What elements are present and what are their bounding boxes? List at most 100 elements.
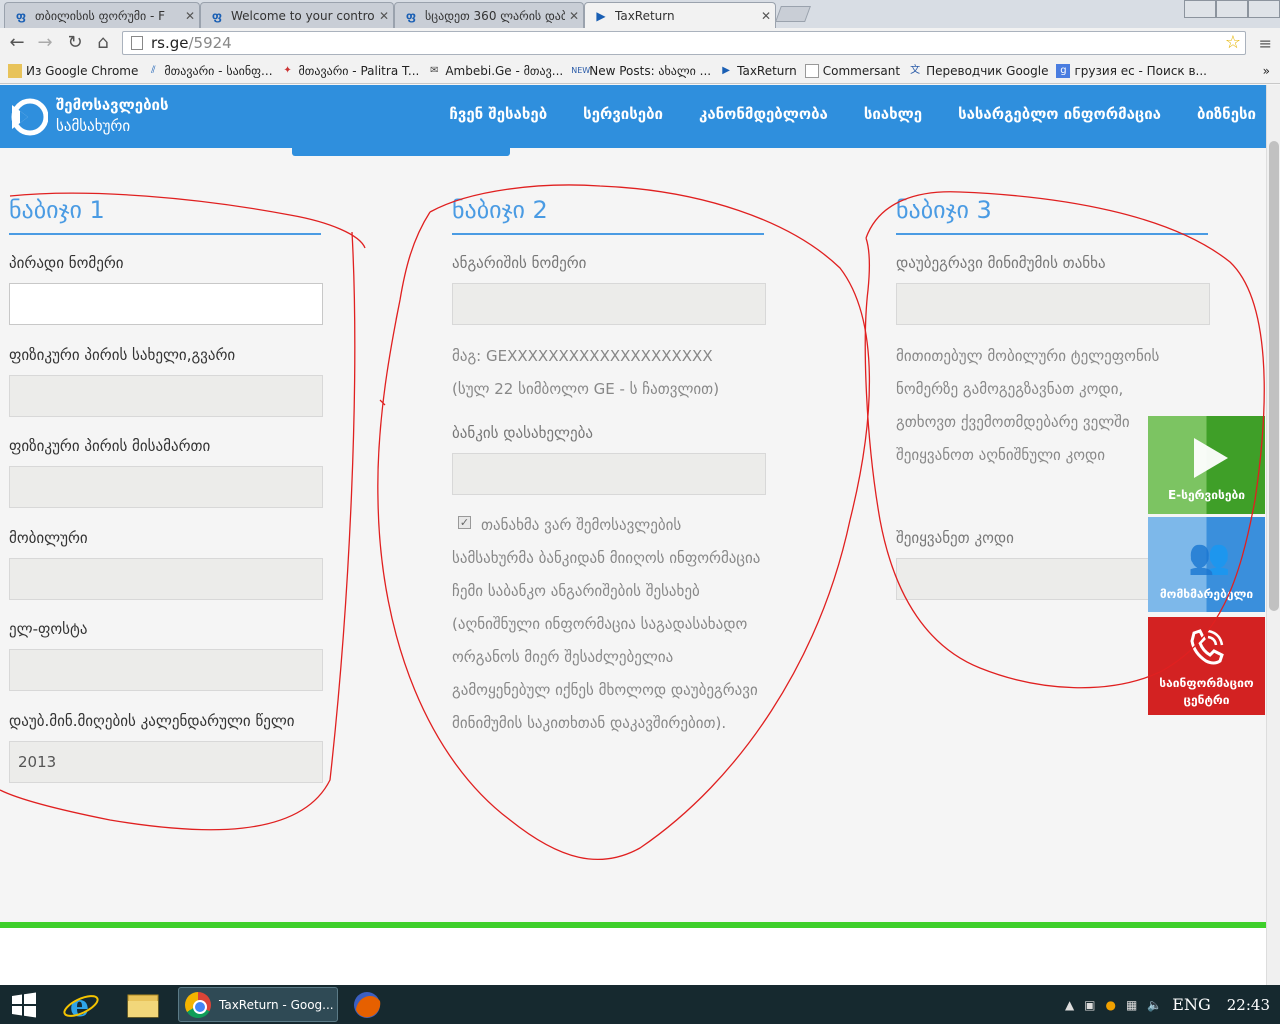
- nav-legislation[interactable]: კანონმდებლობა: [699, 105, 828, 123]
- taskbar-chrome-button[interactable]: TaxReturn - Goog...: [178, 987, 338, 1022]
- email-input[interactable]: [9, 649, 323, 691]
- email-label: ელ-ფოსტა: [9, 620, 88, 638]
- nav-business[interactable]: ბიზნესი: [1197, 105, 1256, 123]
- window-controls: [1184, 0, 1280, 18]
- consent-checkbox[interactable]: ✓: [458, 516, 471, 529]
- main-nav: ჩვენ შესახებ სერვისები კანონმდებლობა სია…: [413, 105, 1256, 123]
- internet-explorer-icon[interactable]: e: [58, 987, 104, 1022]
- folder-icon: [8, 63, 22, 78]
- tab-favicon-icon: ფ: [405, 8, 417, 23]
- logo-line1: შემოსავლების: [56, 96, 169, 114]
- maximize-button[interactable]: [1216, 0, 1248, 18]
- bookmark-label: Из Google Chrome: [26, 63, 139, 78]
- address-bar[interactable]: rs.ge/5924 ☆: [122, 31, 1246, 55]
- tab-360-lari[interactable]: ფ სცადეთ 360 ლარის დაბ ✕: [394, 2, 584, 28]
- address-label: ფიზიკური პირის მისამართი: [9, 437, 211, 455]
- bookmark-star-icon[interactable]: ☆: [1225, 32, 1241, 54]
- bookmark-item[interactable]: 文 Переводчик Google: [908, 64, 1048, 78]
- personal-id-input[interactable]: [9, 283, 323, 325]
- step-1-title: ნაბიჯი 1: [9, 190, 321, 235]
- tray-update-icon[interactable]: ●: [1106, 998, 1116, 1012]
- consent-line: თანახმა ვარ შემოსავლების: [481, 516, 682, 534]
- logo-text[interactable]: შემოსავლების სამსახური: [56, 95, 169, 137]
- firefox-icon[interactable]: [348, 987, 386, 1022]
- bookmark-label: მთავარი - საინფ...: [164, 63, 273, 78]
- info-center-line1: საინფორმაციო: [1159, 676, 1254, 690]
- tab-taxreturn[interactable]: ▶ TaxReturn ✕: [584, 2, 776, 28]
- chrome-icon: [185, 991, 211, 1018]
- network-icon[interactable]: ▦: [1126, 998, 1137, 1012]
- info-center-button[interactable]: საინფორმაციო ცენტრი: [1148, 617, 1265, 715]
- enter-code-label: შეიყვანეთ კოდი: [896, 529, 1014, 547]
- tab-close-icon[interactable]: ✕: [757, 9, 775, 23]
- e-services-button[interactable]: E-სერვისები: [1148, 416, 1265, 514]
- bookmark-item[interactable]: ▶ TaxReturn: [719, 64, 796, 78]
- bookmark-item[interactable]: ✉ Ambebi.Ge - მთავ...: [427, 64, 563, 78]
- bookmark-label: Ambebi.Ge - მთავ...: [445, 63, 564, 78]
- close-window-button[interactable]: [1248, 0, 1280, 18]
- site-icon: NEW: [571, 65, 591, 75]
- windows-start-icon[interactable]: [10, 991, 38, 1019]
- bookmark-label: მთავარი - Palitra T...: [298, 63, 420, 78]
- nav-news[interactable]: სიახლე: [864, 105, 922, 123]
- reload-icon[interactable]: ↻: [64, 32, 86, 54]
- step-3-panel: ნაბიჯი 3 დაუბეგრავი მინიმუმის თანხა მითი…: [896, 190, 1214, 600]
- bookmark-item[interactable]: g грузия ес - Поиск в...: [1056, 63, 1207, 78]
- nav-useful-info[interactable]: სასარგებლო ინფორმაცია: [958, 105, 1161, 123]
- bookmark-item[interactable]: Из Google Chrome: [8, 63, 139, 78]
- tab-close-icon[interactable]: ✕: [565, 9, 583, 23]
- bookmark-item[interactable]: ✦ მთავარი - Palitra T...: [281, 63, 420, 78]
- bookmark-label: Переводчик Google: [926, 63, 1049, 78]
- bookmark-item[interactable]: ⫽ მთავარი - საინფ...: [146, 64, 272, 78]
- file-explorer-icon[interactable]: [118, 987, 168, 1022]
- calendar-year-input[interactable]: 2013: [9, 741, 323, 783]
- consent-line: (აღნიშნული ინფორმაცია საგადასახადო: [452, 615, 748, 633]
- bookmark-item[interactable]: NEW New Posts: ახალი ...: [571, 64, 711, 78]
- chrome-menu-icon[interactable]: ≡: [1259, 34, 1272, 53]
- site-icon: ✉: [430, 64, 439, 76]
- minimize-button[interactable]: [1184, 0, 1216, 18]
- consent-line: გამოყენებულ იქნეს მხოლოდ დაუბეგრავი: [452, 681, 758, 699]
- account-example-hint: მაგ: GEXXXXXXXXXXXXXXXXXXXX: [452, 347, 713, 365]
- account-length-hint: (სულ 22 სიმბოლო GE - ს ჩათვლით): [452, 380, 720, 398]
- consent-line: მინიმუმის საკითხთან დაკავშირებით).: [452, 714, 727, 732]
- tray-app-icon[interactable]: ▣: [1084, 998, 1095, 1012]
- back-arrow-icon[interactable]: ←: [6, 32, 28, 54]
- input-language-indicator[interactable]: ENG: [1172, 995, 1210, 1014]
- bookmark-label: New Posts: ახალი ...: [589, 63, 712, 78]
- account-number-input[interactable]: [452, 283, 766, 325]
- nav-services[interactable]: სერვისები: [583, 105, 663, 123]
- home-icon[interactable]: ⌂: [92, 32, 114, 54]
- users-button[interactable]: 👥 მომხმარებელი: [1148, 517, 1265, 612]
- full-name-label: ფიზიკური პირის სახელი,გვარი: [9, 346, 236, 364]
- scroll-thumb[interactable]: [1269, 141, 1279, 611]
- consent-line: ჩემი საბანკო ანგარიშების შესახებ: [452, 582, 700, 600]
- site-header: შემოსავლების სამსახური ჩვენ შესახებ სერვ…: [0, 85, 1266, 148]
- step-1-panel: ნაბიჯი 1 პირადი ნომერი ფიზიკური პირის სა…: [9, 190, 327, 783]
- volume-icon[interactable]: 🔈: [1147, 998, 1162, 1012]
- tab-favicon-icon: ▶: [596, 8, 606, 23]
- mobile-input[interactable]: [9, 558, 323, 600]
- nav-about[interactable]: ჩვენ შესახებ: [449, 105, 547, 123]
- tab-welcome[interactable]: ფ Welcome to your control ✕: [200, 2, 394, 28]
- tab-tbilisi-forum[interactable]: ფ თბილისის ფორუმი - F ✕: [4, 2, 200, 28]
- address-input[interactable]: [9, 466, 323, 508]
- new-tab-button[interactable]: [775, 6, 811, 22]
- tab-close-icon[interactable]: ✕: [181, 9, 199, 23]
- url-path: /5924: [188, 34, 232, 52]
- tray-arrow-icon[interactable]: ▲: [1065, 998, 1074, 1012]
- bookmarks-overflow-button[interactable]: »: [1263, 64, 1270, 78]
- phone-icon: [1190, 629, 1224, 665]
- page-scrollbar[interactable]: [1266, 85, 1280, 985]
- forward-arrow-icon[interactable]: →: [34, 32, 56, 54]
- consent-line: სამსახურმა ბანკიდან მიიღოს ინფორმაცია: [452, 549, 761, 567]
- system-tray: ▲ ▣ ● ▦ 🔈 ENG 22:43: [1065, 985, 1270, 1024]
- revenue-service-logo-icon[interactable]: [8, 97, 48, 137]
- clock[interactable]: 22:43: [1227, 996, 1270, 1014]
- tab-close-icon[interactable]: ✕: [375, 9, 393, 23]
- min-amount-input[interactable]: [896, 283, 1210, 325]
- bookmark-item[interactable]: Commersant: [804, 63, 900, 78]
- bank-name-input[interactable]: [452, 453, 766, 495]
- full-name-input[interactable]: [9, 375, 323, 417]
- min-amount-label: დაუბეგრავი მინიმუმის თანხა: [896, 254, 1106, 272]
